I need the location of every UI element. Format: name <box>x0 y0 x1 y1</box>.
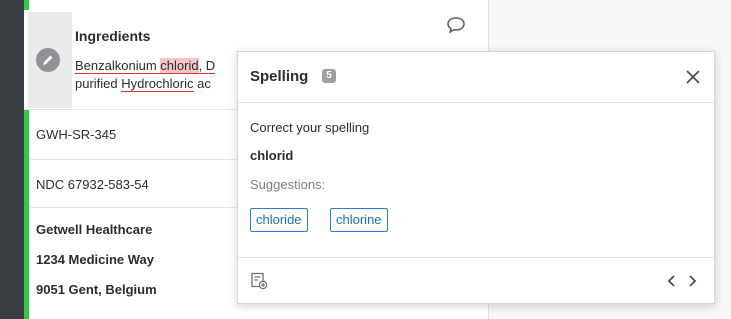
ingredient-word: , D <box>198 58 216 74</box>
street-address: 1234 Medicine Way <box>36 252 155 267</box>
popover-header: Spelling 5 <box>238 52 714 103</box>
status-bar <box>24 208 29 319</box>
ingredient-word: purified <box>75 76 122 91</box>
ingredient-word: ac <box>193 76 211 91</box>
spelling-popover: Spelling 5 Correct your spelling chlorid… <box>237 51 715 304</box>
spelling-error-word[interactable]: chlorid <box>160 58 199 74</box>
suggestion-button-chlorine[interactable]: chlorine <box>330 208 388 232</box>
popover-title: Spelling <box>250 68 309 85</box>
comment-icon[interactable] <box>444 14 468 38</box>
popover-footer <box>238 257 714 305</box>
status-bar <box>24 0 29 10</box>
chevron-right-icon[interactable] <box>686 274 698 288</box>
city-address: 9051 Gent, Belgium <box>36 282 157 297</box>
suggestion-button-chloride[interactable]: chloride <box>250 208 308 232</box>
issue-count-badge: 5 <box>322 69 336 83</box>
pencil-icon[interactable] <box>36 48 60 72</box>
ingredients-title: Ingredients <box>75 28 151 44</box>
product-code: GWH-SR-345 <box>36 127 117 142</box>
close-icon[interactable] <box>684 68 702 86</box>
suggestions-label: Suggestions: <box>250 177 326 192</box>
spelling-prompt: Correct your spelling <box>250 120 370 135</box>
ingredients-text-line1[interactable]: Benzalkonium chlorid, D <box>75 58 216 74</box>
add-note-icon[interactable] <box>250 272 268 290</box>
ingredients-text-line2[interactable]: purified Hydrochloric ac <box>75 76 211 92</box>
chevron-left-icon[interactable] <box>666 274 678 288</box>
ndc-code: NDC 67932-583-54 <box>36 177 149 192</box>
status-bar <box>24 110 29 160</box>
company-name: Getwell Healthcare <box>36 222 153 237</box>
ingredient-word: Hydrochloric <box>121 76 194 92</box>
status-bar <box>24 160 29 208</box>
misspelled-word: chlorid <box>250 148 294 163</box>
ingredient-word: Benzalkonium <box>75 58 161 74</box>
